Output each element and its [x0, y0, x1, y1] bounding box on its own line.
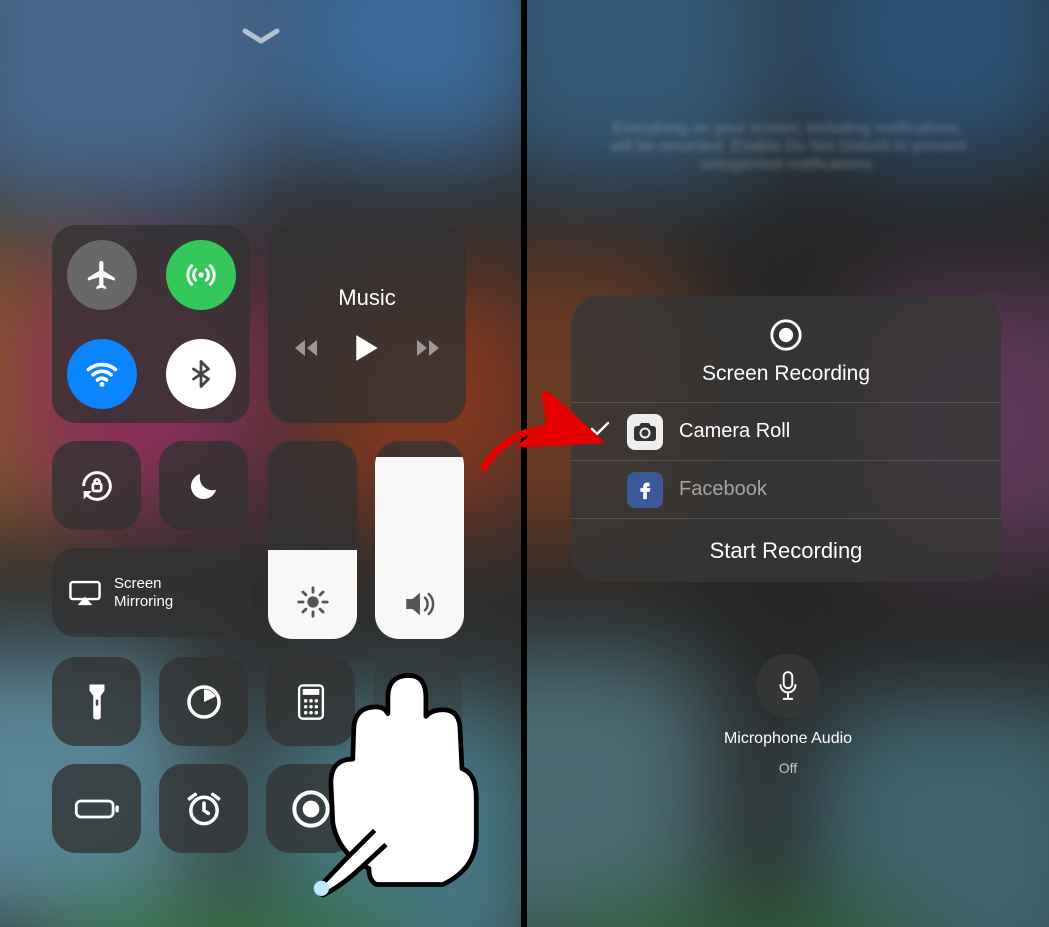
- music-label: Music: [338, 285, 395, 311]
- destination-option-camera-roll[interactable]: Camera Roll: [571, 402, 1001, 460]
- microphone-toggle-button[interactable]: [756, 654, 820, 718]
- record-icon: [291, 789, 331, 829]
- speaker-icon: [402, 589, 438, 619]
- airplay-icon: [68, 579, 102, 607]
- cellular-data-button[interactable]: [166, 240, 236, 310]
- low-power-mode-button[interactable]: [52, 764, 141, 853]
- rewind-icon[interactable]: [295, 338, 319, 358]
- connectivity-group: [52, 225, 250, 423]
- brightness-slider[interactable]: [268, 441, 357, 639]
- control-center-screenshot: Music: [0, 0, 521, 927]
- facebook-label: Facebook: [679, 478, 767, 501]
- voice-memos-button[interactable]: [373, 764, 462, 853]
- music-widget[interactable]: Music: [268, 225, 466, 423]
- recording-warning-text: Everything on your screen, including not…: [605, 120, 970, 174]
- screen-recording-panel: Screen Recording Camera Roll Facebook St…: [571, 296, 1001, 582]
- microphone-label: Microphone Audio: [724, 730, 852, 748]
- waveform-icon: [397, 794, 439, 824]
- bluetooth-icon: [186, 359, 216, 389]
- screen-mirroring-button[interactable]: Screen Mirroring: [52, 548, 250, 637]
- screen-record-button[interactable]: [266, 764, 355, 853]
- calculator-icon: [296, 683, 326, 721]
- check-icon: [589, 420, 611, 443]
- camera-roll-app-icon: [627, 414, 663, 450]
- airplane-mode-button[interactable]: [67, 240, 137, 310]
- record-icon: [769, 318, 803, 352]
- screen-mirroring-label-1: Screen: [114, 575, 173, 592]
- do-not-disturb-button[interactable]: [159, 441, 248, 530]
- airplane-icon: [85, 258, 119, 292]
- brightness-icon: [296, 585, 330, 619]
- battery-icon: [74, 797, 120, 821]
- destination-option-facebook[interactable]: Facebook: [571, 460, 1001, 518]
- flashlight-button[interactable]: [52, 657, 141, 746]
- rotation-lock-icon: [77, 466, 117, 506]
- start-recording-button[interactable]: Start Recording: [571, 518, 1001, 582]
- screenshot-divider: [521, 0, 527, 927]
- alarm-clock-icon: [184, 790, 224, 828]
- orientation-lock-button[interactable]: [52, 441, 141, 530]
- alarm-button[interactable]: [159, 764, 248, 853]
- bluetooth-button[interactable]: [166, 339, 236, 409]
- timer-button[interactable]: [159, 657, 248, 746]
- microphone-state: Off: [779, 760, 797, 776]
- play-icon[interactable]: [353, 333, 381, 363]
- camera-button[interactable]: [373, 657, 462, 746]
- flashlight-icon: [86, 682, 108, 722]
- microphone-icon: [776, 671, 800, 701]
- screen-recording-title: Screen Recording: [702, 362, 870, 386]
- wifi-button[interactable]: [67, 339, 137, 409]
- cellular-icon: [185, 259, 217, 291]
- camera-roll-label: Camera Roll: [679, 420, 790, 443]
- calculator-button[interactable]: [266, 657, 355, 746]
- facebook-app-icon: [627, 472, 663, 508]
- screen-mirroring-label-2: Mirroring: [114, 593, 173, 610]
- moon-icon: [186, 468, 222, 504]
- wifi-icon: [84, 356, 120, 392]
- volume-slider[interactable]: [375, 441, 464, 639]
- timer-icon: [185, 683, 223, 721]
- screen-recording-options-screenshot: Everything on your screen, including not…: [527, 0, 1049, 927]
- forward-icon[interactable]: [415, 338, 439, 358]
